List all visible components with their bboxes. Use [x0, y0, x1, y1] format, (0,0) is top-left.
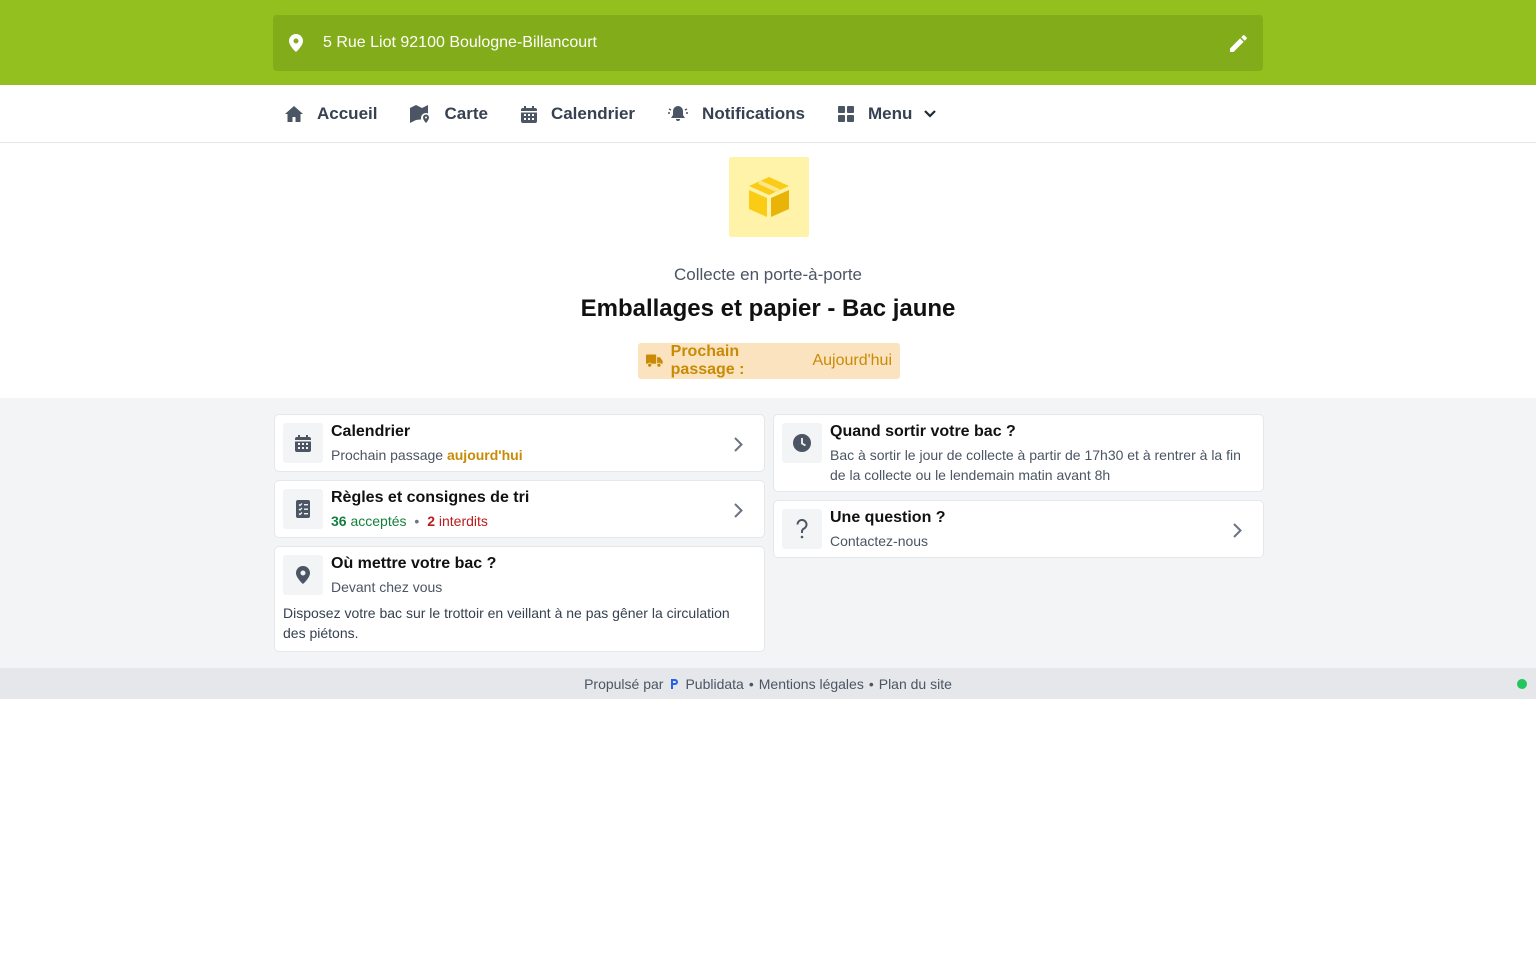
- hero-subtitle: Collecte en porte-à-porte: [673, 265, 863, 284]
- contact-card[interactable]: Une question ? Contactez-nous: [773, 500, 1264, 558]
- status-indicator: [1517, 679, 1527, 689]
- card-title: Calendrier: [331, 423, 411, 440]
- footer: Propulsé par Publidata • Mentions légale…: [0, 668, 1536, 699]
- next-pickup-prefix: Prochain passage: [331, 447, 444, 463]
- publidata-link[interactable]: Publidata: [685, 676, 743, 692]
- accepted-label: acceptés: [350, 513, 407, 529]
- publidata-logo-icon: [669, 678, 679, 690]
- address-bar[interactable]: 5 Rue Liot 92100 Boulogne-Billancourt: [273, 15, 1263, 71]
- nav-label: Calendrier: [550, 104, 636, 123]
- page-title: Emballages et papier - Bac jaune: [580, 295, 956, 322]
- legal-notice-link[interactable]: Mentions légales: [759, 676, 864, 692]
- home-icon: [285, 106, 303, 122]
- separator: •: [748, 675, 754, 692]
- card-subtitle: Prochain passage aujourd'hui: [331, 445, 523, 465]
- powered-by-text: Propulsé par: [584, 675, 664, 692]
- accepted-count: 36: [331, 513, 347, 529]
- next-pickup-value: aujourd'hui: [446, 447, 523, 463]
- header-bar: 5 Rue Liot 92100 Boulogne-Billancourt: [0, 0, 1536, 85]
- chevron-right-icon: [734, 435, 746, 453]
- next-pickup-badge: Prochain passage : Aujourd'hui: [638, 343, 900, 379]
- calendar-icon: [283, 423, 323, 463]
- box-icon: [729, 157, 809, 237]
- truck-icon: [646, 354, 663, 368]
- card-title: Où mettre votre bac ?: [331, 555, 497, 572]
- forbidden-count: 2: [427, 513, 435, 529]
- separator: •: [414, 513, 420, 529]
- nav-item-carte[interactable]: Carte: [410, 104, 488, 124]
- bin-location-card: Où mettre votre bac ? Devant chez vous D…: [274, 546, 765, 652]
- nav-label: Menu: [868, 104, 913, 123]
- location-pin-icon: [283, 555, 323, 595]
- nav-label: Notifications: [702, 104, 805, 123]
- card-body: Disposez votre bac sur le trottoir en ve…: [283, 605, 730, 641]
- nav-item-accueil[interactable]: Accueil: [285, 104, 377, 124]
- clock-icon: [782, 423, 822, 463]
- badge-value: Aujourd'hui: [812, 352, 892, 369]
- address-text: 5 Rue Liot 92100 Boulogne-Billancourt: [323, 34, 597, 51]
- nav-label: Accueil: [317, 104, 378, 123]
- edit-pencil-icon[interactable]: [1229, 34, 1247, 52]
- chevron-right-icon: [1233, 521, 1245, 539]
- grid-icon: [838, 106, 854, 122]
- location-pin-icon: [289, 34, 307, 52]
- card-subtitle: 36 acceptés • 2 interdits: [331, 511, 488, 531]
- bin-timing-card: Quand sortir votre bac ? Bac à sortir le…: [773, 414, 1264, 492]
- sitemap-link[interactable]: Plan du site: [879, 676, 952, 692]
- chevron-down-icon: [924, 110, 937, 118]
- card-title: Une question ?: [830, 509, 946, 526]
- checklist-icon: [283, 489, 323, 529]
- separator: •: [868, 675, 874, 692]
- card-title: Quand sortir votre bac ?: [830, 423, 1016, 440]
- forbidden-label: interdits: [438, 513, 488, 529]
- card-body: Bac à sortir le jour de collecte à parti…: [830, 447, 1241, 483]
- hero-section: Collecte en porte-à-porte Emballages et …: [0, 143, 1536, 398]
- main-nav: Accueil Carte Calendrier Notifications M…: [0, 85, 1536, 143]
- nav-label: Carte: [444, 104, 488, 123]
- question-mark-icon: [782, 509, 822, 549]
- nav-item-notifications[interactable]: Notifications: [668, 104, 805, 124]
- badge-label: Prochain passage :: [670, 343, 745, 378]
- nav-item-calendrier[interactable]: Calendrier: [520, 104, 636, 124]
- sorting-rules-card[interactable]: Règles et consignes de tri 36 acceptés •…: [274, 480, 765, 538]
- nav-item-menu[interactable]: Menu: [838, 104, 937, 124]
- calendar-card[interactable]: Calendrier Prochain passage aujourd'hui: [274, 414, 765, 472]
- content-area: Calendrier Prochain passage aujourd'hui …: [0, 398, 1536, 668]
- bell-icon: [668, 106, 689, 121]
- card-title: Règles et consignes de tri: [331, 489, 530, 506]
- map-icon: [410, 105, 430, 123]
- card-subtitle: Devant chez vous: [331, 579, 443, 595]
- card-subtitle: Contactez-nous: [830, 533, 929, 549]
- calendar-icon: [520, 105, 537, 123]
- chevron-right-icon: [734, 501, 746, 519]
